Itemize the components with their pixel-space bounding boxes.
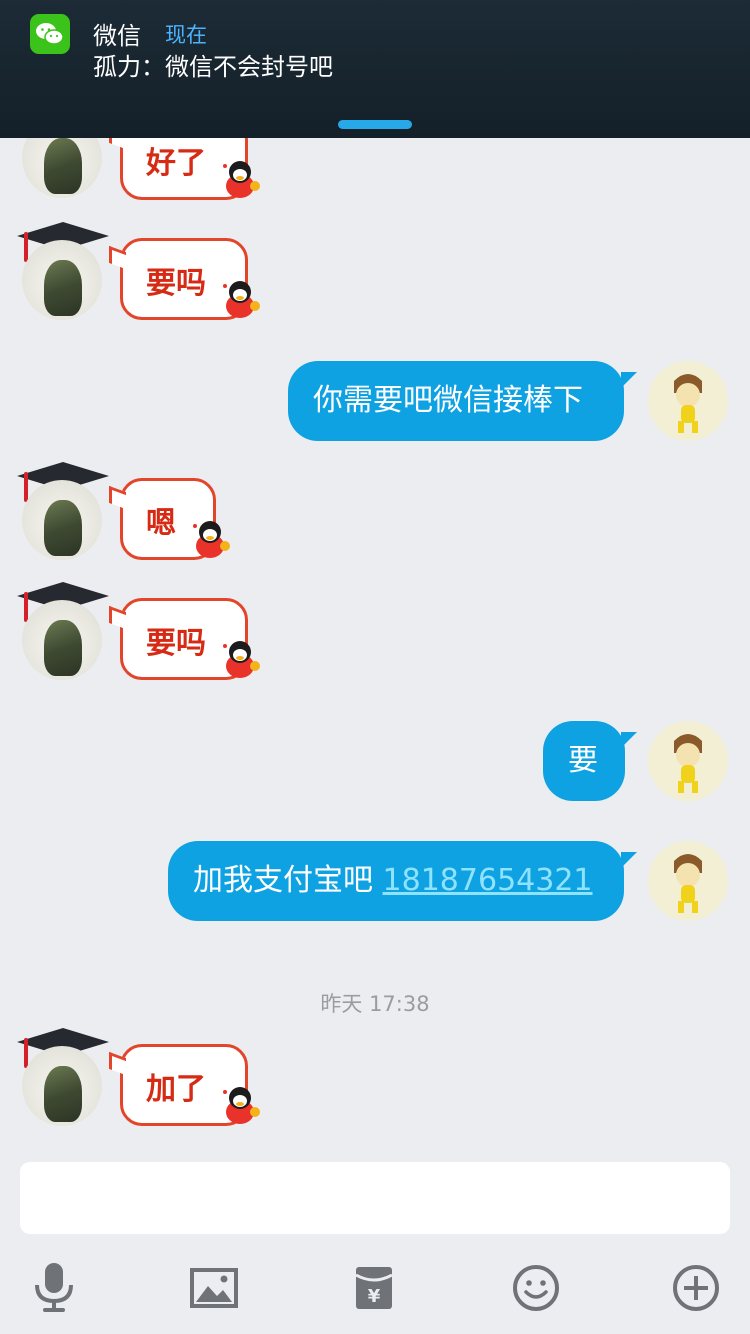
penguin-sticker-icon xyxy=(223,161,260,198)
chat-message-list[interactable]: 好了 要吗 你需要吧微信接棒下 嗯 要吗 要 加我支付宝吧 1818765432… xyxy=(0,0,750,1150)
notification-time: 现在 xyxy=(165,23,207,47)
chat-screen: 好了 要吗 你需要吧微信接棒下 嗯 要吗 要 加我支付宝吧 1818765432… xyxy=(0,0,750,1334)
emoji-icon[interactable] xyxy=(506,1258,566,1318)
phone-number-link[interactable]: 18187654321 xyxy=(383,863,593,898)
penguin-sticker-icon xyxy=(193,521,230,558)
sticker-message[interactable]: 嗯 xyxy=(110,478,230,570)
outgoing-message-bubble[interactable]: 要 xyxy=(543,721,625,801)
penguin-sticker-icon xyxy=(223,1087,260,1124)
avatar-photo xyxy=(22,1046,102,1126)
contact-avatar[interactable] xyxy=(15,582,110,682)
penguin-sticker-icon xyxy=(223,281,260,318)
notification-app-name: 微信 xyxy=(93,22,141,50)
wechat-app-icon xyxy=(30,14,70,54)
message-input[interactable] xyxy=(20,1162,730,1234)
image-icon[interactable] xyxy=(184,1258,244,1318)
notification-message: 孤力：微信不会封号吧 xyxy=(93,53,333,81)
red-packet-icon[interactable]: ¥ xyxy=(344,1258,404,1318)
message-text: 加我支付宝吧 xyxy=(193,863,383,898)
contact-avatar[interactable] xyxy=(15,1028,110,1128)
outgoing-message-bubble[interactable]: 你需要吧微信接棒下 xyxy=(288,361,624,441)
my-avatar[interactable] xyxy=(648,361,728,441)
message-text: 你需要吧微信接棒下 xyxy=(313,383,583,418)
svg-text:¥: ¥ xyxy=(368,1286,381,1307)
bubble-tail xyxy=(621,852,637,868)
bubble-tail xyxy=(621,732,637,748)
my-avatar[interactable] xyxy=(648,841,728,921)
bubble-tail xyxy=(621,372,637,388)
message-text: 要 xyxy=(568,743,598,778)
input-toolbar: ¥ xyxy=(0,1250,750,1334)
avatar-photo xyxy=(22,240,102,320)
sticker-message[interactable]: 加了 xyxy=(110,1044,260,1136)
sticker-text: 要吗 xyxy=(146,266,206,301)
cartoon-avatar-icon xyxy=(674,374,702,433)
contact-avatar[interactable] xyxy=(15,462,110,562)
sticker-message[interactable]: 要吗 xyxy=(110,238,260,330)
microphone-icon[interactable] xyxy=(24,1258,84,1318)
sticker-message[interactable]: 要吗 xyxy=(110,598,260,690)
cartoon-avatar-icon xyxy=(674,734,702,793)
penguin-sticker-icon xyxy=(223,641,260,678)
my-avatar[interactable] xyxy=(648,721,728,801)
avatar-photo xyxy=(22,600,102,680)
sticker-text: 要吗 xyxy=(146,626,206,661)
sticker-text: 加了 xyxy=(146,1072,206,1107)
cartoon-avatar-icon xyxy=(674,854,702,913)
sticker-text: 好了 xyxy=(146,146,206,181)
notification-drag-handle[interactable] xyxy=(338,120,412,129)
avatar-photo xyxy=(22,480,102,560)
sticker-text: 嗯 xyxy=(146,506,176,541)
outgoing-message-bubble[interactable]: 加我支付宝吧 18187654321 xyxy=(168,841,624,921)
message-timestamp: 昨天 17:38 xyxy=(320,992,430,1016)
contact-avatar[interactable] xyxy=(15,222,110,322)
push-notification-banner[interactable]: 微信 现在 孤力：微信不会封号吧 xyxy=(0,0,750,138)
plus-icon[interactable] xyxy=(666,1258,726,1318)
